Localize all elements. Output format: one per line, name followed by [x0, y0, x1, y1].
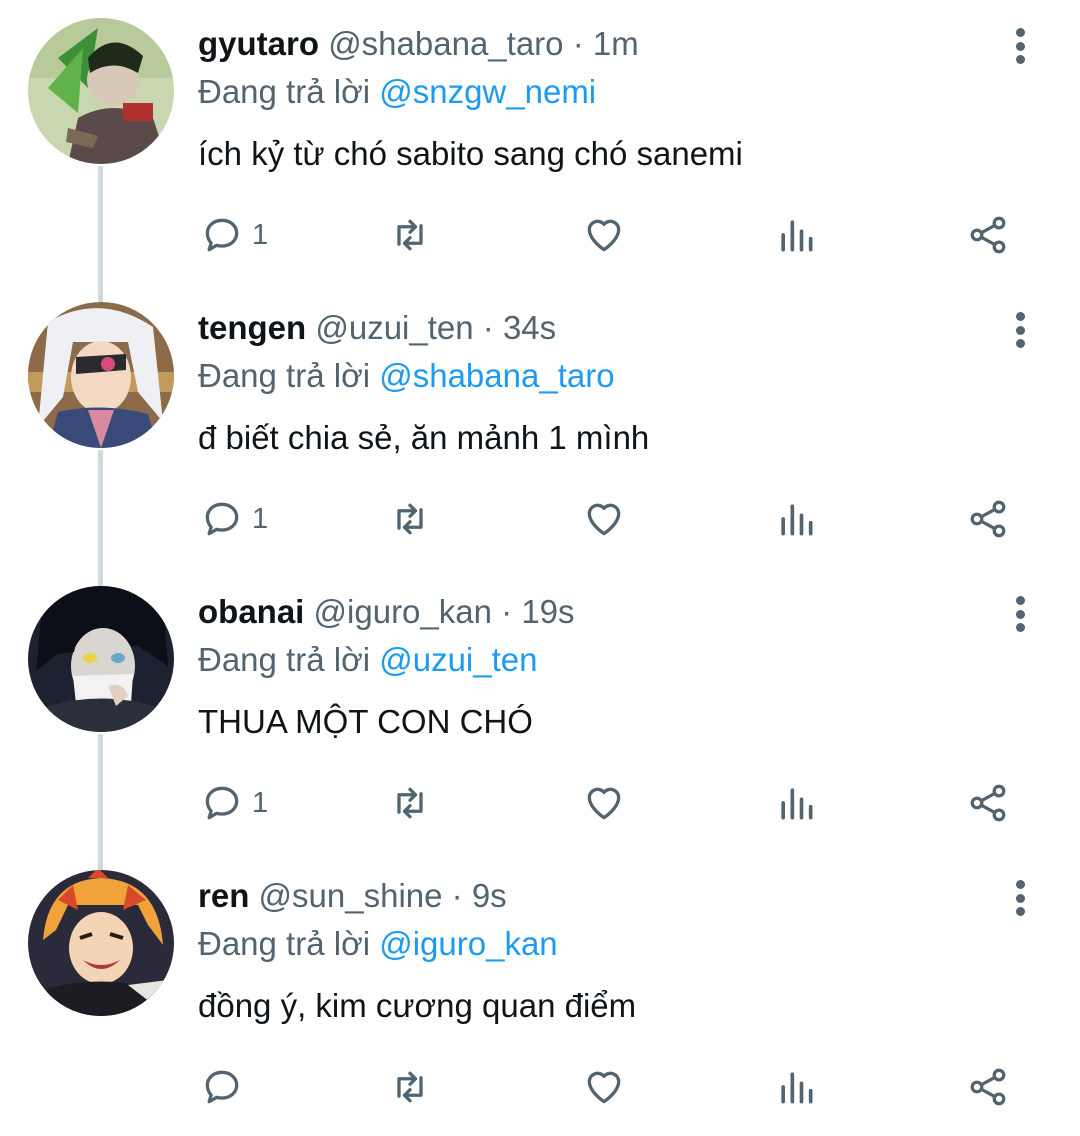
avatar-obanai-image	[28, 586, 174, 732]
tweet-header: tengen @uzui_ten · 34s	[198, 306, 556, 350]
more-options-icon[interactable]	[1000, 308, 1040, 352]
share-icon	[970, 500, 1006, 538]
views-button[interactable]	[774, 1062, 818, 1112]
timestamp[interactable]: · 9s	[452, 877, 507, 914]
replying-to: Đang trả lời @uzui_ten	[198, 638, 537, 682]
reply-button[interactable]: 1	[200, 494, 268, 544]
retweet-icon	[397, 1071, 423, 1103]
tweet-text: đ biết chia sẻ, ăn mảnh 1 mình	[198, 419, 650, 456]
tweet-item[interactable]: ren @sun_shine · 9s Đang trả lời @iguro_…	[0, 852, 1080, 1136]
retweet-button[interactable]	[388, 494, 432, 544]
retweet-button[interactable]	[388, 778, 432, 828]
timestamp[interactable]: · 1m	[573, 25, 639, 62]
display-name[interactable]: gyutaro	[198, 25, 319, 62]
replying-to: Đang trả lời @snzgw_nemi	[198, 70, 596, 114]
share-icon	[970, 216, 1006, 254]
views-button[interactable]	[774, 778, 818, 828]
more-options-icon[interactable]	[1000, 592, 1040, 636]
display-name[interactable]: ren	[198, 877, 249, 914]
reply-count: 1	[252, 218, 269, 251]
tweet-header: gyutaro @shabana_taro · 1m	[198, 22, 639, 66]
tweet-header: ren @sun_shine · 9s	[198, 874, 507, 918]
retweet-icon	[397, 787, 423, 819]
tweet-actions: 1	[0, 190, 1080, 280]
views-icon	[781, 1072, 813, 1104]
handle[interactable]: @iguro_kan	[314, 593, 492, 630]
tweet-actions: 1	[0, 474, 1080, 564]
reply-icon	[205, 218, 239, 252]
like-button[interactable]	[582, 494, 626, 544]
user-avatar[interactable]	[28, 18, 174, 164]
retweet-icon	[397, 219, 423, 251]
reply-icon	[205, 1070, 239, 1104]
tweet-text: đồng ý, kim cương quan điểm	[198, 987, 637, 1024]
share-button[interactable]	[966, 210, 1010, 260]
reply-mention-link[interactable]: @iguro_kan	[379, 925, 557, 962]
heart-icon	[587, 219, 621, 252]
reply-count: 1	[252, 786, 269, 819]
share-button[interactable]	[966, 1062, 1010, 1112]
reply-button[interactable]: 1	[200, 778, 268, 828]
reply-prefix: Đang trả lời	[198, 73, 371, 110]
reply-mention-link[interactable]: @uzui_ten	[379, 641, 537, 678]
tweet-actions: 1	[0, 758, 1080, 848]
tweet-item[interactable]: obanai @iguro_kan · 19s Đang trả lời @uz…	[0, 568, 1080, 852]
share-button[interactable]	[966, 494, 1010, 544]
tweet-item[interactable]: gyutaro @shabana_taro · 1m Đang trả lời …	[0, 0, 1080, 284]
share-button[interactable]	[966, 778, 1010, 828]
avatar-gyutaro-image	[28, 18, 174, 164]
more-options-icon[interactable]	[1000, 24, 1040, 68]
like-button[interactable]	[582, 210, 626, 260]
timestamp[interactable]: · 34s	[483, 309, 556, 346]
display-name[interactable]: tengen	[198, 309, 306, 346]
share-icon	[970, 784, 1006, 822]
reply-count: 1	[252, 502, 269, 535]
views-icon	[781, 220, 813, 252]
reply-mention-link[interactable]: @snzgw_nemi	[379, 73, 596, 110]
reply-icon	[205, 786, 239, 820]
handle[interactable]: @uzui_ten	[315, 309, 473, 346]
reply-prefix: Đang trả lời	[198, 925, 371, 962]
like-button[interactable]	[582, 778, 626, 828]
handle[interactable]: @sun_shine	[259, 877, 443, 914]
timestamp[interactable]: · 19s	[501, 593, 574, 630]
user-avatar[interactable]	[28, 302, 174, 448]
more-options-icon[interactable]	[1000, 876, 1040, 920]
reply-button[interactable]	[200, 1062, 252, 1112]
views-icon	[781, 504, 813, 536]
replying-to: Đang trả lời @shabana_taro	[198, 354, 615, 398]
avatar-ren-image	[28, 870, 174, 1016]
retweet-button[interactable]	[388, 1062, 432, 1112]
retweet-icon	[397, 503, 423, 535]
reply-prefix: Đang trả lời	[198, 641, 371, 678]
views-button[interactable]	[774, 494, 818, 544]
views-icon	[781, 788, 813, 820]
handle[interactable]: @shabana_taro	[328, 25, 563, 62]
user-avatar[interactable]	[28, 586, 174, 732]
reply-button[interactable]: 1	[200, 210, 268, 260]
tweet-actions	[0, 1042, 1080, 1132]
reply-icon	[205, 502, 239, 536]
heart-icon	[587, 787, 621, 820]
tweet-item[interactable]: tengen @uzui_ten · 34s Đang trả lời @sha…	[0, 284, 1080, 568]
display-name[interactable]: obanai	[198, 593, 304, 630]
reply-prefix: Đang trả lời	[198, 357, 371, 394]
avatar-tengen-image	[28, 302, 174, 448]
tweet-header: obanai @iguro_kan · 19s	[198, 590, 575, 634]
reply-mention-link[interactable]: @shabana_taro	[379, 357, 614, 394]
heart-icon	[587, 503, 621, 536]
tweet-text: THUA MỘT CON CHÓ	[198, 703, 533, 740]
retweet-button[interactable]	[388, 210, 432, 260]
replying-to: Đang trả lời @iguro_kan	[198, 922, 558, 966]
share-icon	[970, 1068, 1006, 1106]
like-button[interactable]	[582, 1062, 626, 1112]
heart-icon	[587, 1071, 621, 1104]
tweet-text: ích kỷ từ chó sabito sang chó sanemi	[198, 135, 743, 172]
user-avatar[interactable]	[28, 870, 174, 1016]
views-button[interactable]	[774, 210, 818, 260]
